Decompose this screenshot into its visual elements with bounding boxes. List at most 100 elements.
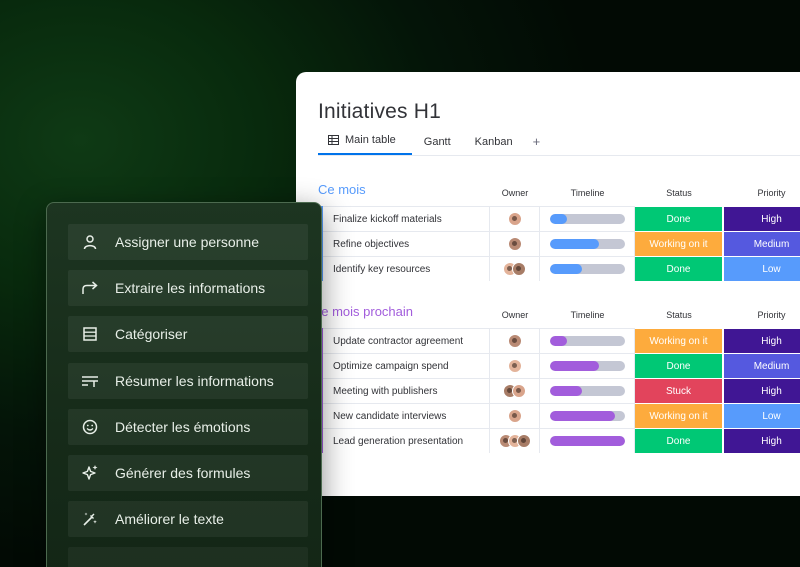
ai-action-6[interactable]: Générer des formules bbox=[68, 455, 308, 491]
view-tabs: Main table Gantt Kanban + bbox=[318, 134, 548, 155]
column-header-timeline: Timeline bbox=[570, 310, 605, 320]
timeline-cell[interactable] bbox=[540, 378, 635, 403]
column-header-status: Status bbox=[666, 310, 692, 320]
ai-action-label: Catégoriser bbox=[115, 326, 188, 343]
group-title[interactable]: Ce mois bbox=[318, 182, 366, 197]
item-name[interactable]: New candidate interviews bbox=[323, 403, 490, 428]
tab-label: Kanban bbox=[474, 136, 513, 148]
add-view-button[interactable]: + bbox=[525, 134, 549, 155]
priority-badge[interactable]: High bbox=[724, 328, 800, 353]
table-row[interactable]: New candidate interviews Working on it Low bbox=[319, 403, 800, 428]
priority-badge[interactable]: Medium bbox=[724, 353, 800, 378]
item-name[interactable]: Finalize kickoff materials bbox=[323, 206, 490, 231]
timeline-track bbox=[550, 436, 625, 446]
tab-label: Main table bbox=[345, 134, 396, 146]
tab-main-table[interactable]: Main table bbox=[318, 134, 412, 155]
owner-cell[interactable] bbox=[490, 256, 540, 281]
status-badge[interactable]: Working on it bbox=[635, 231, 723, 256]
timeline-fill bbox=[550, 361, 599, 371]
status-badge[interactable]: Done bbox=[635, 428, 723, 453]
timeline-fill bbox=[550, 239, 599, 249]
column-header-timeline: Timeline bbox=[570, 188, 605, 198]
ai-action-more[interactable] bbox=[68, 547, 308, 567]
timeline-track bbox=[550, 411, 625, 421]
ai-action-3[interactable]: Catégoriser bbox=[68, 316, 308, 353]
owner-cell[interactable] bbox=[490, 231, 540, 256]
table-row[interactable]: Refine objectives Working on it Medium bbox=[319, 231, 800, 256]
priority-badge[interactable]: Medium bbox=[724, 231, 800, 256]
board-card: Initiatives H1 Main table Gantt Kanban +… bbox=[296, 72, 800, 496]
owner-cell[interactable] bbox=[490, 403, 540, 428]
person-icon bbox=[80, 232, 100, 252]
timeline-fill bbox=[550, 264, 582, 274]
group-title[interactable]: Le mois prochain bbox=[314, 304, 413, 319]
item-name[interactable]: Optimize campaign spend bbox=[323, 353, 490, 378]
text-format-icon bbox=[80, 371, 100, 391]
timeline-fill bbox=[550, 336, 567, 346]
ai-action-label: Assigner une personne bbox=[115, 234, 259, 250]
smiley-icon bbox=[80, 417, 100, 437]
timeline-cell[interactable] bbox=[540, 353, 635, 378]
tab-kanban[interactable]: Kanban bbox=[463, 136, 525, 155]
ai-action-7[interactable]: Améliorer le texte bbox=[68, 501, 308, 538]
ai-action-label: Détecter les émotions bbox=[115, 418, 251, 435]
avatar bbox=[516, 434, 531, 448]
avatar bbox=[507, 359, 522, 373]
table-row[interactable]: Identify key resources Done Low bbox=[319, 256, 800, 281]
ai-action-2[interactable]: Extraire les informations bbox=[68, 270, 308, 307]
owner-cell[interactable] bbox=[490, 353, 540, 378]
avatar bbox=[512, 384, 526, 398]
list-box-icon bbox=[80, 324, 100, 344]
ai-action-1[interactable]: Assigner une personne bbox=[68, 224, 308, 260]
owner-cell[interactable] bbox=[490, 206, 540, 231]
item-name[interactable]: Refine objectives bbox=[323, 231, 490, 256]
tabs-divider bbox=[318, 155, 800, 156]
avatar bbox=[512, 262, 526, 276]
priority-badge[interactable]: Low bbox=[724, 256, 800, 281]
timeline-cell[interactable] bbox=[540, 328, 635, 353]
status-badge[interactable]: Done bbox=[635, 206, 723, 231]
timeline-fill bbox=[550, 411, 616, 421]
status-badge[interactable]: Done bbox=[635, 353, 723, 378]
column-header-status: Status bbox=[666, 188, 692, 198]
timeline-cell[interactable] bbox=[540, 206, 635, 231]
priority-badge[interactable]: High bbox=[724, 428, 800, 453]
table-row[interactable]: Finalize kickoff materials Done High bbox=[319, 206, 800, 231]
column-header-owner: Owner bbox=[501, 310, 529, 320]
table-row[interactable]: Meeting with publishers Stuck High bbox=[319, 378, 800, 403]
ai-action-5[interactable]: Détecter les émotions bbox=[68, 408, 308, 445]
timeline-track bbox=[550, 361, 625, 371]
status-badge[interactable]: Working on it bbox=[635, 403, 723, 428]
timeline-track bbox=[550, 386, 625, 396]
timeline-fill bbox=[550, 436, 625, 446]
timeline-cell[interactable] bbox=[540, 256, 635, 281]
status-badge[interactable]: Working on it bbox=[635, 328, 723, 353]
forward-arrow-icon bbox=[80, 278, 100, 298]
priority-badge[interactable]: Low bbox=[724, 403, 800, 428]
table-row[interactable]: Optimize campaign spend Done Medium bbox=[319, 353, 800, 378]
item-name[interactable]: Lead generation presentation bbox=[323, 428, 490, 453]
table-row[interactable]: Update contractor agreement Working on it… bbox=[319, 328, 800, 353]
timeline-cell[interactable] bbox=[540, 403, 635, 428]
column-header-priority: Priority bbox=[757, 310, 786, 320]
table-row[interactable]: Lead generation presentation Done High bbox=[319, 428, 800, 453]
priority-badge[interactable]: High bbox=[724, 206, 800, 231]
ai-action-4[interactable]: Résumer les informations bbox=[68, 362, 308, 399]
timeline-track bbox=[550, 214, 625, 224]
status-badge[interactable]: Stuck bbox=[635, 378, 723, 403]
priority-badge[interactable]: High bbox=[724, 378, 800, 403]
owner-cell[interactable] bbox=[490, 428, 540, 453]
item-name[interactable]: Meeting with publishers bbox=[323, 378, 490, 403]
timeline-cell[interactable] bbox=[540, 231, 635, 256]
item-name[interactable]: Identify key resources bbox=[323, 256, 490, 281]
ai-action-label: Extraire les informations bbox=[115, 280, 266, 297]
owner-cell[interactable] bbox=[490, 328, 540, 353]
owner-cell[interactable] bbox=[490, 378, 540, 403]
ai-actions-menu: Assigner une personne Extraire les inform… bbox=[46, 202, 322, 567]
status-badge[interactable]: Done bbox=[635, 256, 723, 281]
ai-action-label: Améliorer le texte bbox=[115, 511, 224, 528]
item-name[interactable]: Update contractor agreement bbox=[323, 328, 490, 353]
timeline-fill bbox=[550, 214, 567, 224]
timeline-cell[interactable] bbox=[540, 428, 635, 453]
tab-gantt[interactable]: Gantt bbox=[412, 136, 463, 155]
